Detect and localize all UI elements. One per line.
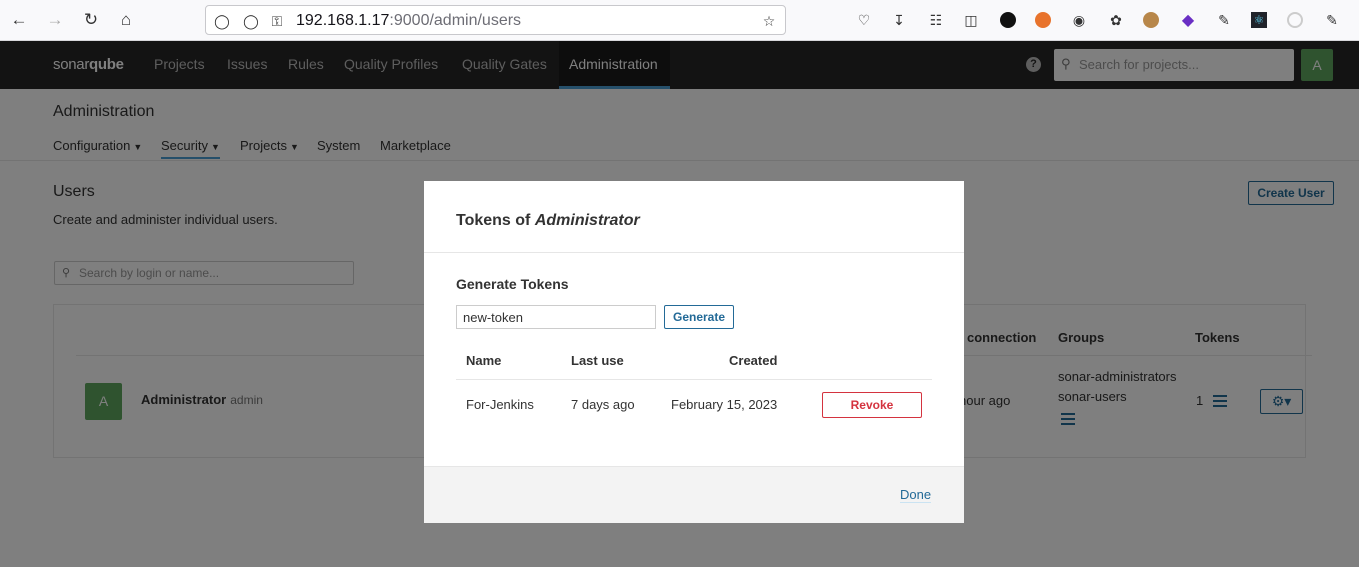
extension-gnome-icon[interactable]: ✿: [1107, 11, 1125, 29]
tokens-header-divider: [456, 379, 932, 380]
revoke-button[interactable]: Revoke: [822, 392, 922, 418]
token-created: February 15, 2023: [671, 397, 778, 412]
url-host: 192.168.1.17: [296, 12, 390, 29]
token-last-use: 7 days ago: [571, 397, 635, 412]
shield-icon[interactable]: ◯: [213, 12, 231, 30]
tokens-col-last-use: Last use: [571, 353, 624, 368]
url-path: :9000/admin/users: [389, 12, 522, 29]
done-link[interactable]: Done: [900, 487, 932, 503]
modal-footer: Done: [424, 466, 964, 523]
sidebar-icon[interactable]: ◫: [962, 11, 980, 29]
bookmark-star-icon[interactable]: ☆: [760, 12, 778, 30]
reload-icon[interactable]: ↻: [80, 9, 102, 31]
tokens-modal: Tokens of Administrator Generate Tokens …: [424, 181, 964, 523]
modal-header: Tokens of Administrator: [424, 181, 964, 253]
extensions-puzzle-icon[interactable]: ✎: [1323, 11, 1341, 29]
home-icon[interactable]: ⌂: [115, 9, 137, 31]
back-icon[interactable]: ←: [8, 9, 30, 31]
extension-hat-icon[interactable]: ◉: [1070, 11, 1088, 29]
library-icon[interactable]: ☷: [927, 11, 945, 29]
url-text[interactable]: 192.168.1.17:9000/admin/users: [296, 12, 521, 30]
generate-tokens-heading: Generate Tokens: [456, 276, 569, 292]
token-name: For-Jenkins: [466, 397, 534, 412]
react-devtools-icon[interactable]: ⚛: [1251, 12, 1267, 28]
url-bar[interactable]: ◯ ◯ ⚿ 192.168.1.17:9000/admin/users ☆: [205, 5, 786, 35]
extension-orange-icon[interactable]: [1035, 12, 1051, 28]
extension-gray-icon[interactable]: [1287, 12, 1303, 28]
browser-toolbar: ← → ↻ ⌂ ◯ ◯ ⚿ 192.168.1.17:9000/admin/us…: [0, 0, 1359, 41]
forward-icon[interactable]: →: [44, 9, 66, 31]
permissions-icon[interactable]: ◯: [242, 12, 260, 30]
downloads-icon[interactable]: ↧: [890, 11, 908, 29]
modal-title: Tokens of Administrator: [456, 212, 640, 229]
tokens-col-created: Created: [729, 353, 778, 368]
token-name-input[interactable]: [456, 305, 656, 329]
tokens-col-name: Name: [466, 353, 502, 368]
cookie-icon[interactable]: [1143, 12, 1159, 28]
pocket-icon[interactable]: ♡: [855, 11, 873, 29]
extension-wand-icon[interactable]: ✎: [1215, 11, 1233, 29]
extension-purple-icon[interactable]: ◆: [1179, 11, 1197, 29]
extension-dark-icon[interactable]: [1000, 12, 1016, 28]
generate-button[interactable]: Generate: [664, 305, 734, 329]
key-icon[interactable]: ⚿: [268, 12, 286, 30]
